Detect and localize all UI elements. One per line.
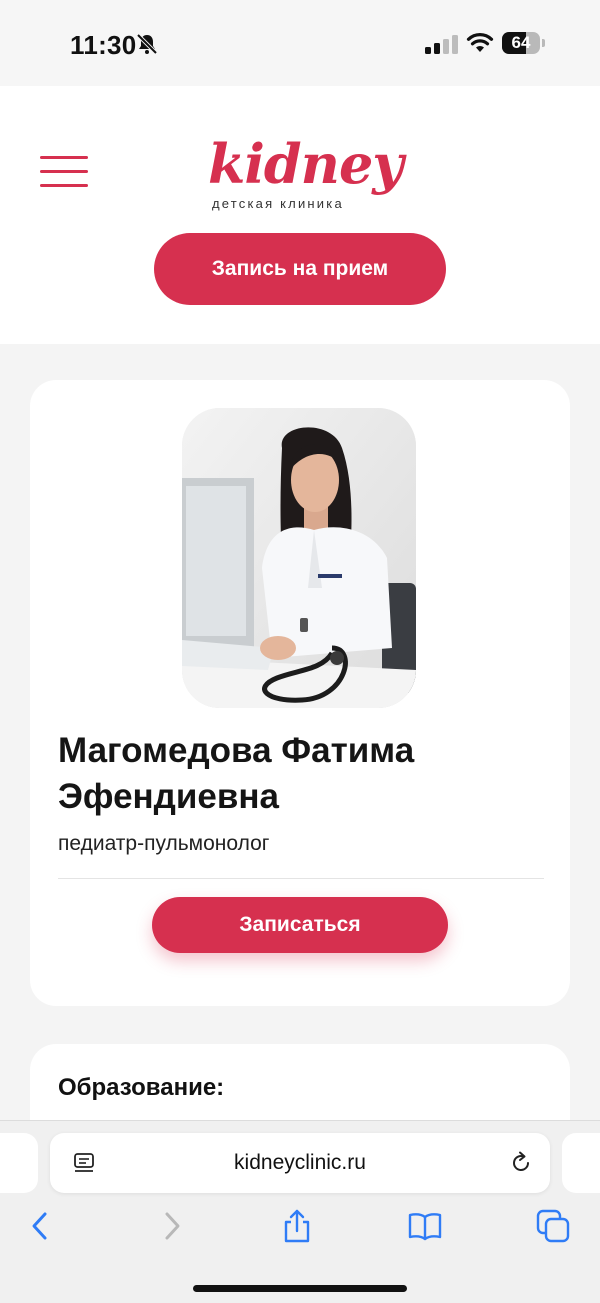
doctor-photo bbox=[182, 408, 416, 708]
tabs-icon[interactable] bbox=[536, 1209, 570, 1243]
bookmarks-icon[interactable] bbox=[408, 1209, 442, 1243]
forward-icon[interactable] bbox=[154, 1209, 188, 1243]
clinic-logo[interactable]: kidney детская клиника bbox=[206, 132, 404, 218]
bell-slash-icon bbox=[136, 33, 158, 55]
appointment-button[interactable]: Запись на прием bbox=[154, 233, 446, 305]
share-icon[interactable] bbox=[280, 1209, 314, 1243]
battery-icon: 64 bbox=[502, 32, 546, 54]
doctor-name: Магомедова Фатима Эфендиевна bbox=[58, 731, 415, 816]
previous-tab-preview[interactable] bbox=[0, 1133, 38, 1193]
menu-bar bbox=[40, 170, 88, 173]
battery-tip bbox=[542, 39, 545, 47]
status-time: 11:30 bbox=[70, 30, 137, 60]
next-tab-preview[interactable] bbox=[562, 1133, 600, 1193]
menu-bar bbox=[40, 184, 88, 187]
education-title: Образование: bbox=[58, 1074, 225, 1101]
logo-subtitle: детская клиника bbox=[212, 196, 344, 211]
signup-button[interactable]: Записаться bbox=[152, 897, 448, 953]
battery-body: 64 bbox=[502, 32, 540, 54]
doctor-card: Магомедова Фатима Эфендиевна педиатр-пул… bbox=[30, 380, 570, 1006]
reload-icon[interactable] bbox=[508, 1150, 534, 1176]
url-text[interactable]: kidneyclinic.ru bbox=[50, 1151, 550, 1175]
logo-word: kidney bbox=[208, 132, 404, 196]
doctor-photo-illustration bbox=[182, 408, 416, 708]
back-icon[interactable] bbox=[24, 1209, 58, 1243]
doctor-specialty: педиатр-пульмонолог bbox=[58, 832, 270, 855]
home-indicator bbox=[193, 1285, 407, 1292]
cellular-signal-icon bbox=[425, 35, 458, 54]
battery-level: 64 bbox=[511, 33, 531, 52]
site-header: kidney детская клиника Запись на прием bbox=[0, 86, 600, 344]
status-bar: 11:30 64 bbox=[0, 0, 600, 86]
address-bar[interactable]: kidneyclinic.ru bbox=[50, 1133, 550, 1193]
browser-toolbar: kidneyclinic.ru bbox=[0, 1120, 600, 1303]
wifi-icon bbox=[466, 33, 494, 52]
menu-bar bbox=[40, 156, 88, 159]
hamburger-menu-icon[interactable] bbox=[40, 156, 88, 190]
divider bbox=[58, 878, 544, 879]
